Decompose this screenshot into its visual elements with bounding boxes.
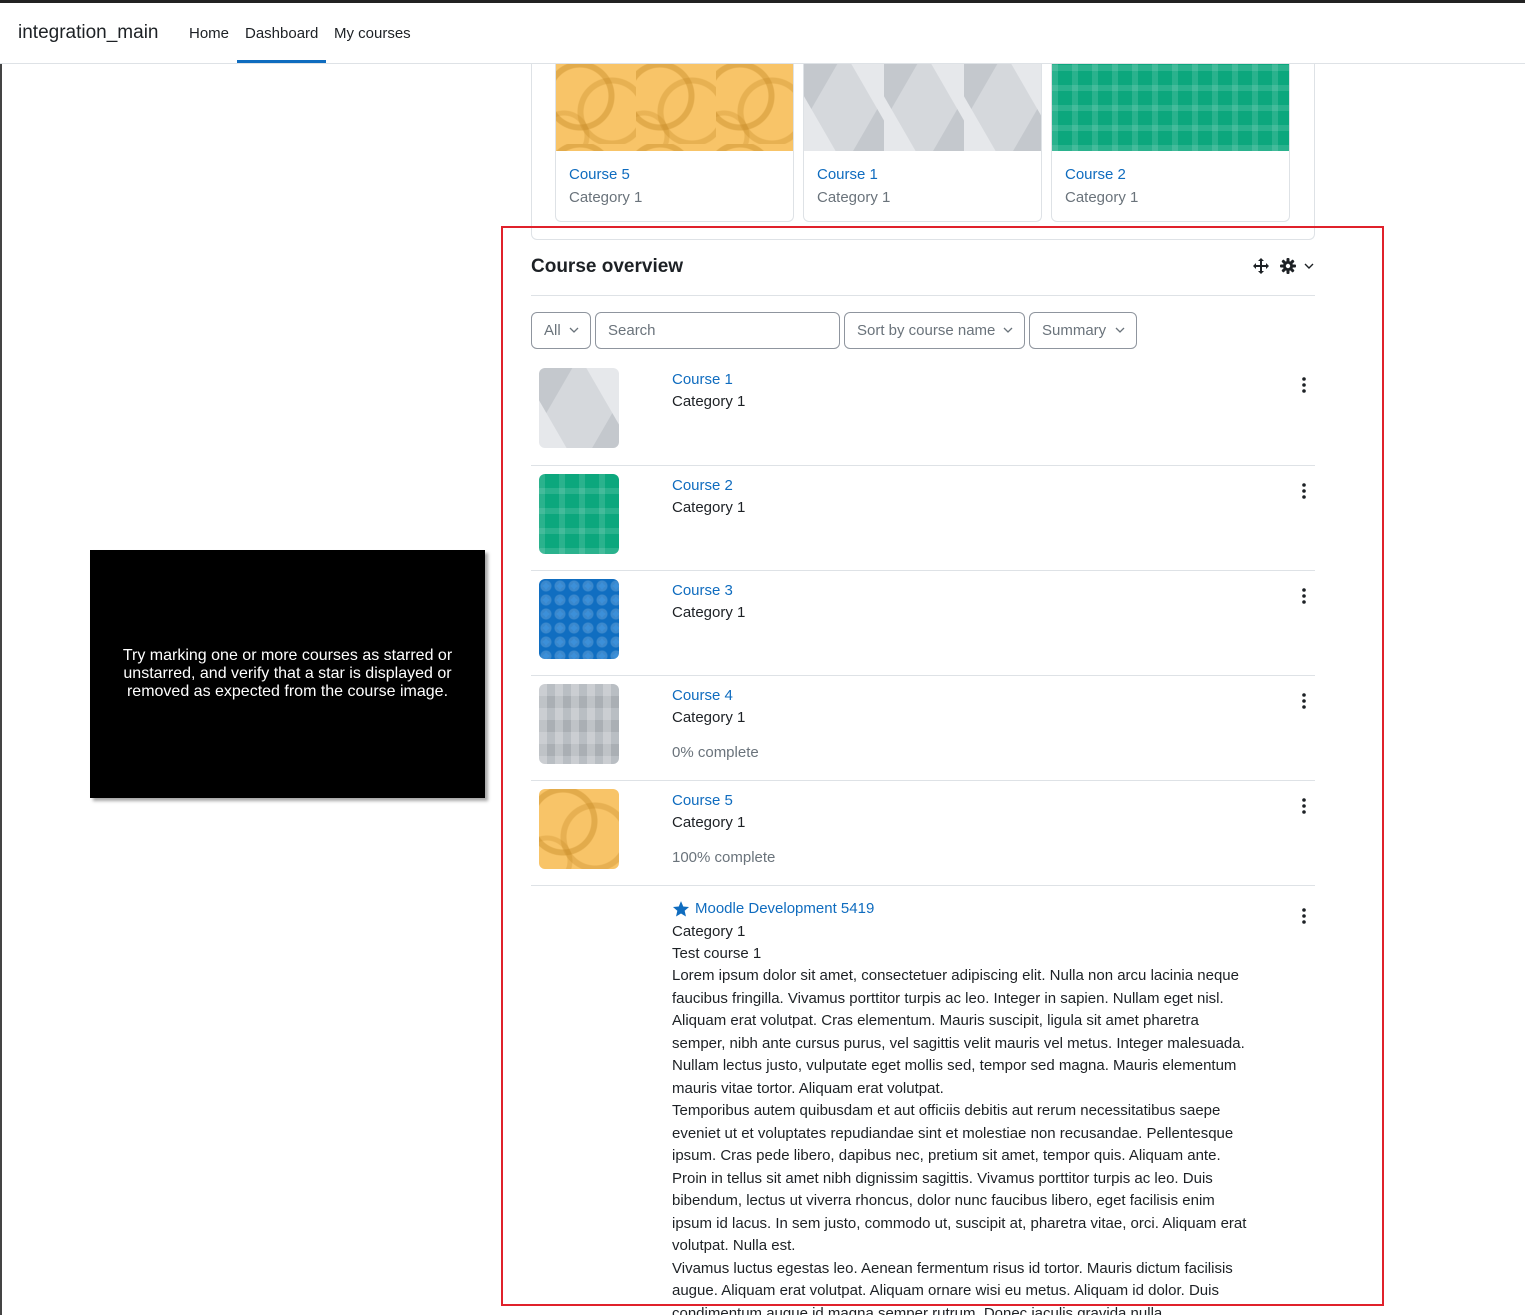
course-category: Category 1 [672, 709, 746, 726]
course-list-item: Course 2 Category 1 [531, 466, 1315, 571]
course-name-link[interactable]: Course 5 [672, 792, 733, 809]
instruction-text: Try marking one or more courses as starr… [122, 647, 453, 700]
recent-course-card[interactable]: Course 5 Category 1 [555, 64, 794, 222]
course-category: Category 1 [1065, 189, 1139, 206]
course-category: Category 1 [569, 189, 643, 206]
course-progress: 100% complete [672, 849, 776, 866]
search-input[interactable]: Search [595, 312, 840, 349]
view-dropdown[interactable]: Summary [1029, 312, 1137, 349]
course-image[interactable] [539, 368, 619, 448]
navbar: integration_main Home Dashboard My cours… [0, 0, 1525, 64]
course-name-link[interactable]: Moodle Development 5419 [695, 900, 874, 917]
course-image[interactable] [539, 474, 619, 554]
course-list-item: Course 5 Category 1 100% complete [531, 781, 1315, 886]
site-name[interactable]: integration_main [18, 22, 158, 44]
course-name-link[interactable]: Course 1 [817, 166, 878, 183]
course-image[interactable] [556, 64, 793, 151]
course-image[interactable] [1052, 64, 1289, 151]
summary-paragraph: Temporibus autem quibusdam et aut offici… [672, 1102, 1247, 1254]
course-category: Category 1 [672, 923, 746, 940]
move-icon[interactable] [1253, 258, 1269, 274]
divider [531, 295, 1315, 296]
more-actions-icon[interactable] [1300, 692, 1308, 710]
nav-home[interactable]: Home [189, 25, 229, 42]
nav-dashboard[interactable]: Dashboard [245, 25, 318, 42]
gear-icon[interactable] [1280, 258, 1296, 274]
grouping-value: All [544, 322, 561, 339]
active-nav-indicator [237, 60, 326, 63]
summary-paragraph: Lorem ipsum dolor sit amet, consectetuer… [672, 967, 1245, 1097]
instruction-box: Try marking one or more courses as starr… [90, 550, 485, 798]
course-list-item: Course 4 Category 1 0% complete [531, 676, 1315, 781]
chevron-down-icon[interactable] [1304, 262, 1314, 270]
chevron-down-icon [1115, 327, 1125, 333]
course-image[interactable] [539, 684, 619, 764]
course-name-link[interactable]: Course 2 [1065, 166, 1126, 183]
course-image[interactable] [804, 64, 1041, 151]
course-list-item: Moodle Development 5419 Category 1 Test … [531, 886, 1315, 1315]
recent-course-card[interactable]: Course 2 Category 1 [1051, 64, 1290, 222]
course-category: Category 1 [817, 189, 891, 206]
star-icon [672, 901, 690, 917]
course-name-link[interactable]: Course 5 [569, 166, 630, 183]
chevron-down-icon [569, 327, 579, 333]
course-category: Category 1 [672, 604, 746, 621]
sort-value: Sort by course name [857, 322, 996, 339]
course-name-link[interactable]: Course 2 [672, 477, 733, 494]
page-left-border [0, 64, 2, 1315]
more-actions-icon[interactable] [1300, 482, 1308, 500]
grouping-dropdown[interactable]: All [531, 312, 591, 349]
course-name-link[interactable]: Course 4 [672, 687, 733, 704]
course-category: Category 1 [672, 814, 746, 831]
course-name-link[interactable]: Course 1 [672, 371, 733, 388]
course-name-link[interactable]: Course 3 [672, 582, 733, 599]
nav-my-courses[interactable]: My courses [334, 25, 411, 42]
more-actions-icon[interactable] [1300, 907, 1308, 925]
block-title: Course overview [531, 256, 684, 277]
search-placeholder: Search [608, 322, 656, 339]
course-category: Category 1 [672, 393, 746, 410]
course-image[interactable] [539, 579, 619, 659]
more-actions-icon[interactable] [1300, 376, 1308, 394]
view-value: Summary [1042, 322, 1107, 339]
sort-dropdown[interactable]: Sort by course name [844, 312, 1025, 349]
course-list-item: Course 1 Category 1 [531, 360, 1315, 466]
course-shortname: Test course 1 [672, 945, 762, 962]
course-image[interactable] [539, 789, 619, 869]
recent-course-card[interactable]: Course 1 Category 1 [803, 64, 1042, 222]
more-actions-icon[interactable] [1300, 797, 1308, 815]
course-summary: Lorem ipsum dolor sit amet, consectetuer… [672, 965, 1248, 1315]
course-progress: 0% complete [672, 744, 759, 761]
chevron-down-icon [1003, 327, 1013, 333]
more-actions-icon[interactable] [1300, 587, 1308, 605]
summary-paragraph: Vivamus luctus egestas leo. Aenean ferme… [672, 1259, 1233, 1315]
course-list-item: Course 3 Category 1 [531, 571, 1315, 676]
course-category: Category 1 [672, 499, 746, 516]
